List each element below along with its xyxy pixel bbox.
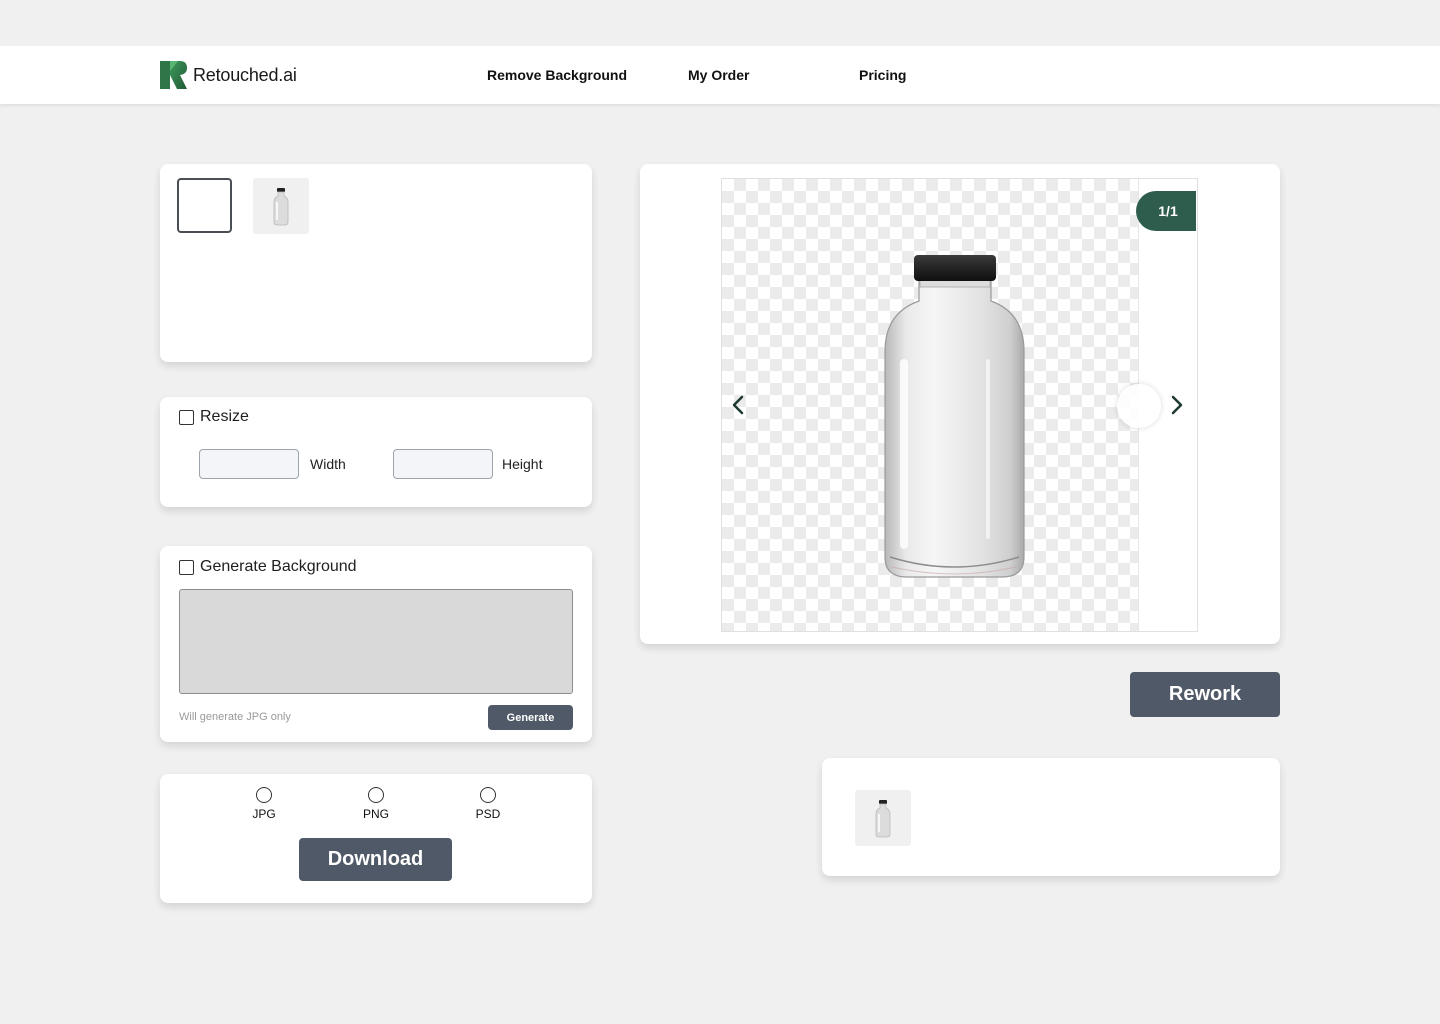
generate-background-toggle[interactable]: Generate Background xyxy=(179,558,357,576)
retouched-logo-icon xyxy=(160,61,187,89)
generate-background-panel: Generate Background Will generate JPG on… xyxy=(160,546,592,742)
width-input[interactable] xyxy=(199,449,299,479)
results-panel xyxy=(822,758,1280,876)
chevron-right-icon xyxy=(1171,395,1183,415)
chevron-left-icon xyxy=(732,395,744,415)
generate-button[interactable]: Generate xyxy=(488,705,573,730)
thumbnails-panel xyxy=(160,164,592,362)
width-label: Width xyxy=(310,456,346,472)
generate-hint: Will generate JPG only xyxy=(179,711,291,723)
generate-background-checkbox[interactable] xyxy=(179,559,194,575)
rework-button[interactable]: Rework xyxy=(1130,672,1280,717)
png-radio[interactable] xyxy=(368,787,384,803)
format-option-psd[interactable]: PSD xyxy=(458,787,518,821)
resize-checkbox[interactable] xyxy=(179,409,194,425)
format-option-png[interactable]: PNG xyxy=(346,787,406,821)
nav-pricing[interactable]: Pricing xyxy=(859,67,906,83)
height-input[interactable] xyxy=(393,449,493,479)
nav-remove-background[interactable]: Remove Background xyxy=(487,67,627,83)
brand-name: Retouched.ai xyxy=(193,64,297,85)
prev-image-button[interactable] xyxy=(726,393,750,417)
psd-radio[interactable] xyxy=(480,787,496,803)
psd-label: PSD xyxy=(475,807,501,821)
generate-background-label: Generate Background xyxy=(200,558,357,575)
height-label: Height xyxy=(502,456,543,472)
jpg-label: JPG xyxy=(252,807,276,821)
result-thumbnail[interactable] xyxy=(855,790,911,846)
bottle-image xyxy=(253,178,309,234)
download-button[interactable]: Download xyxy=(299,838,452,881)
resize-label: Resize xyxy=(200,408,249,425)
jpg-radio[interactable] xyxy=(256,787,272,803)
image-viewer: 1/1 xyxy=(721,178,1198,632)
resize-toggle[interactable]: Resize xyxy=(179,408,249,426)
png-label: PNG xyxy=(362,807,389,821)
compare-slider-handle[interactable] xyxy=(1117,384,1161,428)
nav-my-order[interactable]: My Order xyxy=(688,67,749,83)
format-option-jpg[interactable]: JPG xyxy=(234,787,294,821)
download-panel: JPG PNG PSD Download xyxy=(160,774,592,903)
empty-thumbnail-slot[interactable] xyxy=(177,178,232,233)
image-counter-badge: 1/1 xyxy=(1136,191,1196,231)
next-image-button[interactable] xyxy=(1165,393,1189,417)
bottle-result-image xyxy=(855,790,911,846)
bottle-preview-image xyxy=(884,255,1025,578)
bottle-thumbnail[interactable] xyxy=(253,178,309,234)
top-navbar: Retouched.ai Remove Background My Order … xyxy=(0,46,1440,104)
resize-panel: Resize Width Height xyxy=(160,397,592,507)
brand-logo[interactable]: Retouched.ai xyxy=(160,61,297,89)
background-prompt-textarea[interactable] xyxy=(179,589,573,694)
preview-panel: 1/1 xyxy=(640,164,1280,644)
